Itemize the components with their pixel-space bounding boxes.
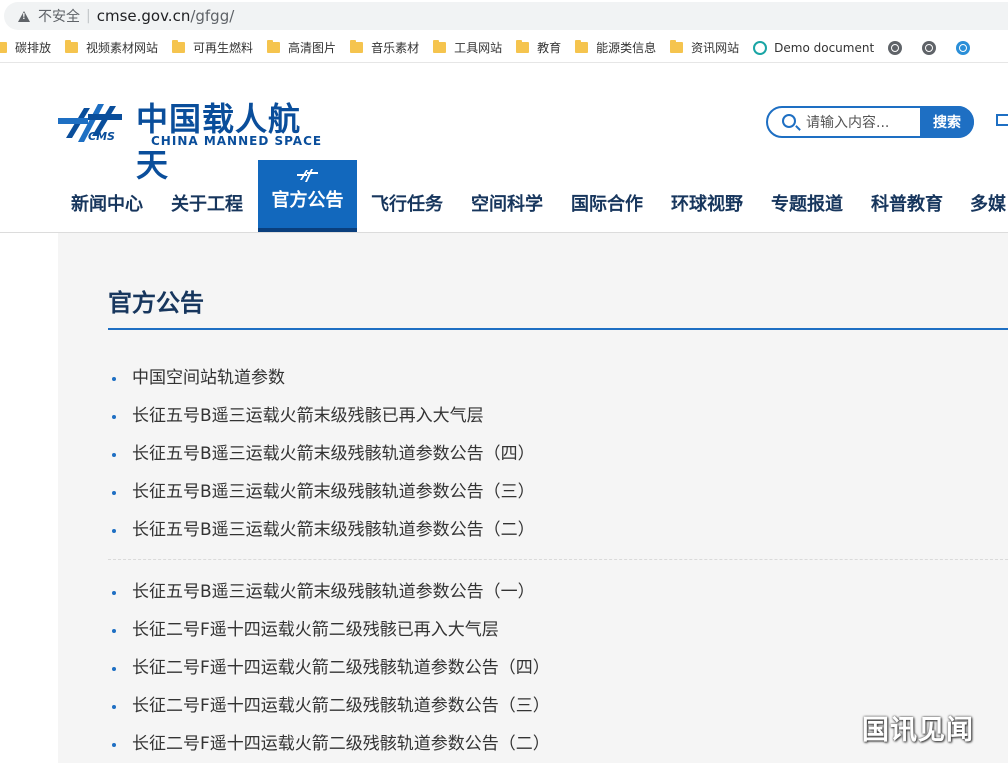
bookmark-item[interactable]: 可再生燃料: [172, 39, 253, 56]
warning-icon[interactable]: [18, 11, 30, 22]
nav-label: 官方公告: [272, 186, 344, 212]
search-button[interactable]: 搜索: [920, 106, 974, 138]
nav-label: 国际合作: [571, 190, 643, 216]
nav-label: 科普教育: [871, 190, 943, 216]
bookmark-item[interactable]: 高清图片: [267, 39, 336, 56]
bookmark-item[interactable]: Demo document: [753, 41, 874, 55]
logo-title-en: CHINA MANNED SPACE: [151, 134, 322, 148]
nav-label: 空间科学: [471, 190, 543, 216]
announcement-link[interactable]: 长征五号B遥三运载火箭末级残骸轨道参数公告（四）: [110, 435, 990, 473]
omnibox[interactable]: 不安全 | cmse.gov.cn/gfgg/: [4, 2, 1008, 30]
site-header: CMS 中国载人航天 CHINA MANNED SPACE 搜索 新闻中心 关于…: [0, 64, 1008, 234]
announcement-link[interactable]: 长征五号B遥三运载火箭末级残骸轨道参数公告（三）: [110, 473, 990, 511]
bookmark-label: 音乐素材: [371, 39, 419, 56]
nav-item-about[interactable]: 关于工程: [162, 160, 252, 232]
bookmark-label: 可再生燃料: [193, 39, 253, 56]
announcement-link[interactable]: 长征五号B遥三运载火箭末级残骸已再入大气层: [110, 397, 990, 435]
nav-label: 多媒: [970, 190, 1006, 216]
url-text[interactable]: cmse.gov.cn/gfgg/: [97, 7, 235, 25]
folder-icon: [670, 42, 683, 53]
nav-label: 专题报道: [771, 190, 843, 216]
bookmark-globe-2[interactable]: [922, 41, 942, 55]
folder-icon: [65, 42, 78, 53]
announcement-list-group-1: 中国空间站轨道参数 长征五号B遥三运载火箭末级残骸已再入大气层 长征五号B遥三运…: [110, 359, 990, 549]
nav-item-international[interactable]: 国际合作: [562, 160, 652, 232]
folder-icon: [267, 42, 280, 53]
folder-icon: [172, 42, 185, 53]
mail-icon[interactable]: [996, 114, 1008, 126]
bookmark-label: 碳排放: [15, 39, 51, 56]
bookmark-label: 高清图片: [288, 39, 336, 56]
bookmark-label: 工具网站: [454, 39, 502, 56]
search-icon: [782, 114, 796, 128]
bookmark-item[interactable]: 资讯网站: [670, 39, 739, 56]
announcement-link[interactable]: 长征五号B遥三运载火箭末级残骸轨道参数公告（一）: [110, 573, 990, 611]
nav-label: 飞行任务: [371, 190, 443, 216]
url-path: /gfgg/: [190, 7, 234, 25]
insecure-label[interactable]: 不安全: [38, 6, 80, 26]
site-search: 搜索: [766, 106, 974, 138]
globe-icon: [922, 41, 936, 55]
nav-item-multimedia[interactable]: 多媒: [970, 160, 1008, 232]
nav-item-space-science[interactable]: 空间科学: [462, 160, 552, 232]
cms-small-logo-icon: [297, 168, 319, 184]
folder-icon: [516, 42, 529, 53]
announcement-link[interactable]: 长征二号F遥十四运载火箭二级残骸轨道参数公告（四）: [110, 649, 990, 687]
folder-icon: [575, 42, 588, 53]
announcement-link[interactable]: 长征五号B遥三运载火箭末级残骸轨道参数公告（二）: [110, 511, 990, 549]
content-panel: 官方公告 中国空间站轨道参数 长征五号B遥三运载火箭末级残骸已再入大气层 长征五…: [58, 233, 1008, 763]
bookmark-globe-3[interactable]: [956, 41, 976, 55]
bookmark-label: 资讯网站: [691, 39, 739, 56]
globe-icon: [956, 41, 970, 55]
bookmark-label: Demo document: [774, 41, 874, 55]
demo-icon: [753, 41, 767, 55]
bookmark-item[interactable]: 教育: [516, 39, 561, 56]
nav-label: 关于工程: [171, 190, 243, 216]
main-nav: 新闻中心 关于工程 官方公告 飞行任务 空间科学 国际合作 环球视野 专题报道 …: [0, 160, 1008, 230]
title-underline: [108, 328, 1008, 330]
bookmarks-bar: 碳排放 视频素材网站 可再生燃料 高清图片 音乐素材 工具网站 教育 能源类信息…: [0, 33, 1008, 63]
bookmark-item[interactable]: 视频素材网站: [65, 39, 158, 56]
nav-item-news[interactable]: 新闻中心: [62, 160, 152, 232]
bookmark-label: 视频素材网站: [86, 39, 158, 56]
logo-abbr: CMS: [88, 130, 115, 143]
globe-icon: [888, 41, 902, 55]
search-input[interactable]: [806, 112, 918, 134]
browser-address-bar: 不安全 | cmse.gov.cn/gfgg/: [0, 0, 1008, 33]
nav-label: 新闻中心: [71, 190, 143, 216]
nav-label: 环球视野: [671, 190, 743, 216]
omnibox-separator: |: [86, 8, 91, 24]
watermark-text: 国讯见闻: [862, 708, 974, 747]
bookmark-item[interactable]: 音乐素材: [350, 39, 419, 56]
bookmark-item[interactable]: 能源类信息: [575, 39, 656, 56]
bookmark-label: 教育: [537, 39, 561, 56]
bookmark-item[interactable]: 工具网站: [433, 39, 502, 56]
announcement-link[interactable]: 长征二号F遥十四运载火箭二级残骸已再入大气层: [110, 611, 990, 649]
bookmark-globe-1[interactable]: [888, 41, 908, 55]
nav-item-missions[interactable]: 飞行任务: [362, 160, 452, 232]
bookmark-label: 能源类信息: [596, 39, 656, 56]
announcement-link[interactable]: 长征二号F遥十四运载火箭二级残骸轨道参数公告（三）: [110, 687, 990, 725]
nav-item-science-education[interactable]: 科普教育: [862, 160, 952, 232]
page-title: 官方公告: [108, 283, 204, 318]
bookmark-item[interactable]: 碳排放: [0, 39, 51, 56]
announcement-link[interactable]: 长征二号F遥十四运载火箭二级残骸轨道参数公告（二）: [110, 725, 990, 763]
list-divider: [108, 559, 1008, 560]
announcement-list-group-2: 长征五号B遥三运载火箭末级残骸轨道参数公告（一） 长征二号F遥十四运载火箭二级残…: [110, 573, 990, 763]
site-logo[interactable]: CMS 中国载人航天 CHINA MANNED SPACE: [58, 94, 328, 156]
announcement-link[interactable]: 中国空间站轨道参数: [110, 359, 990, 397]
folder-icon: [433, 42, 446, 53]
url-host: cmse.gov.cn: [97, 7, 191, 25]
nav-item-global-view[interactable]: 环球视野: [662, 160, 752, 232]
folder-icon: [0, 42, 7, 53]
folder-icon: [350, 42, 363, 53]
nav-item-special-reports[interactable]: 专题报道: [762, 160, 852, 232]
nav-item-announcements[interactable]: 官方公告: [258, 160, 357, 232]
